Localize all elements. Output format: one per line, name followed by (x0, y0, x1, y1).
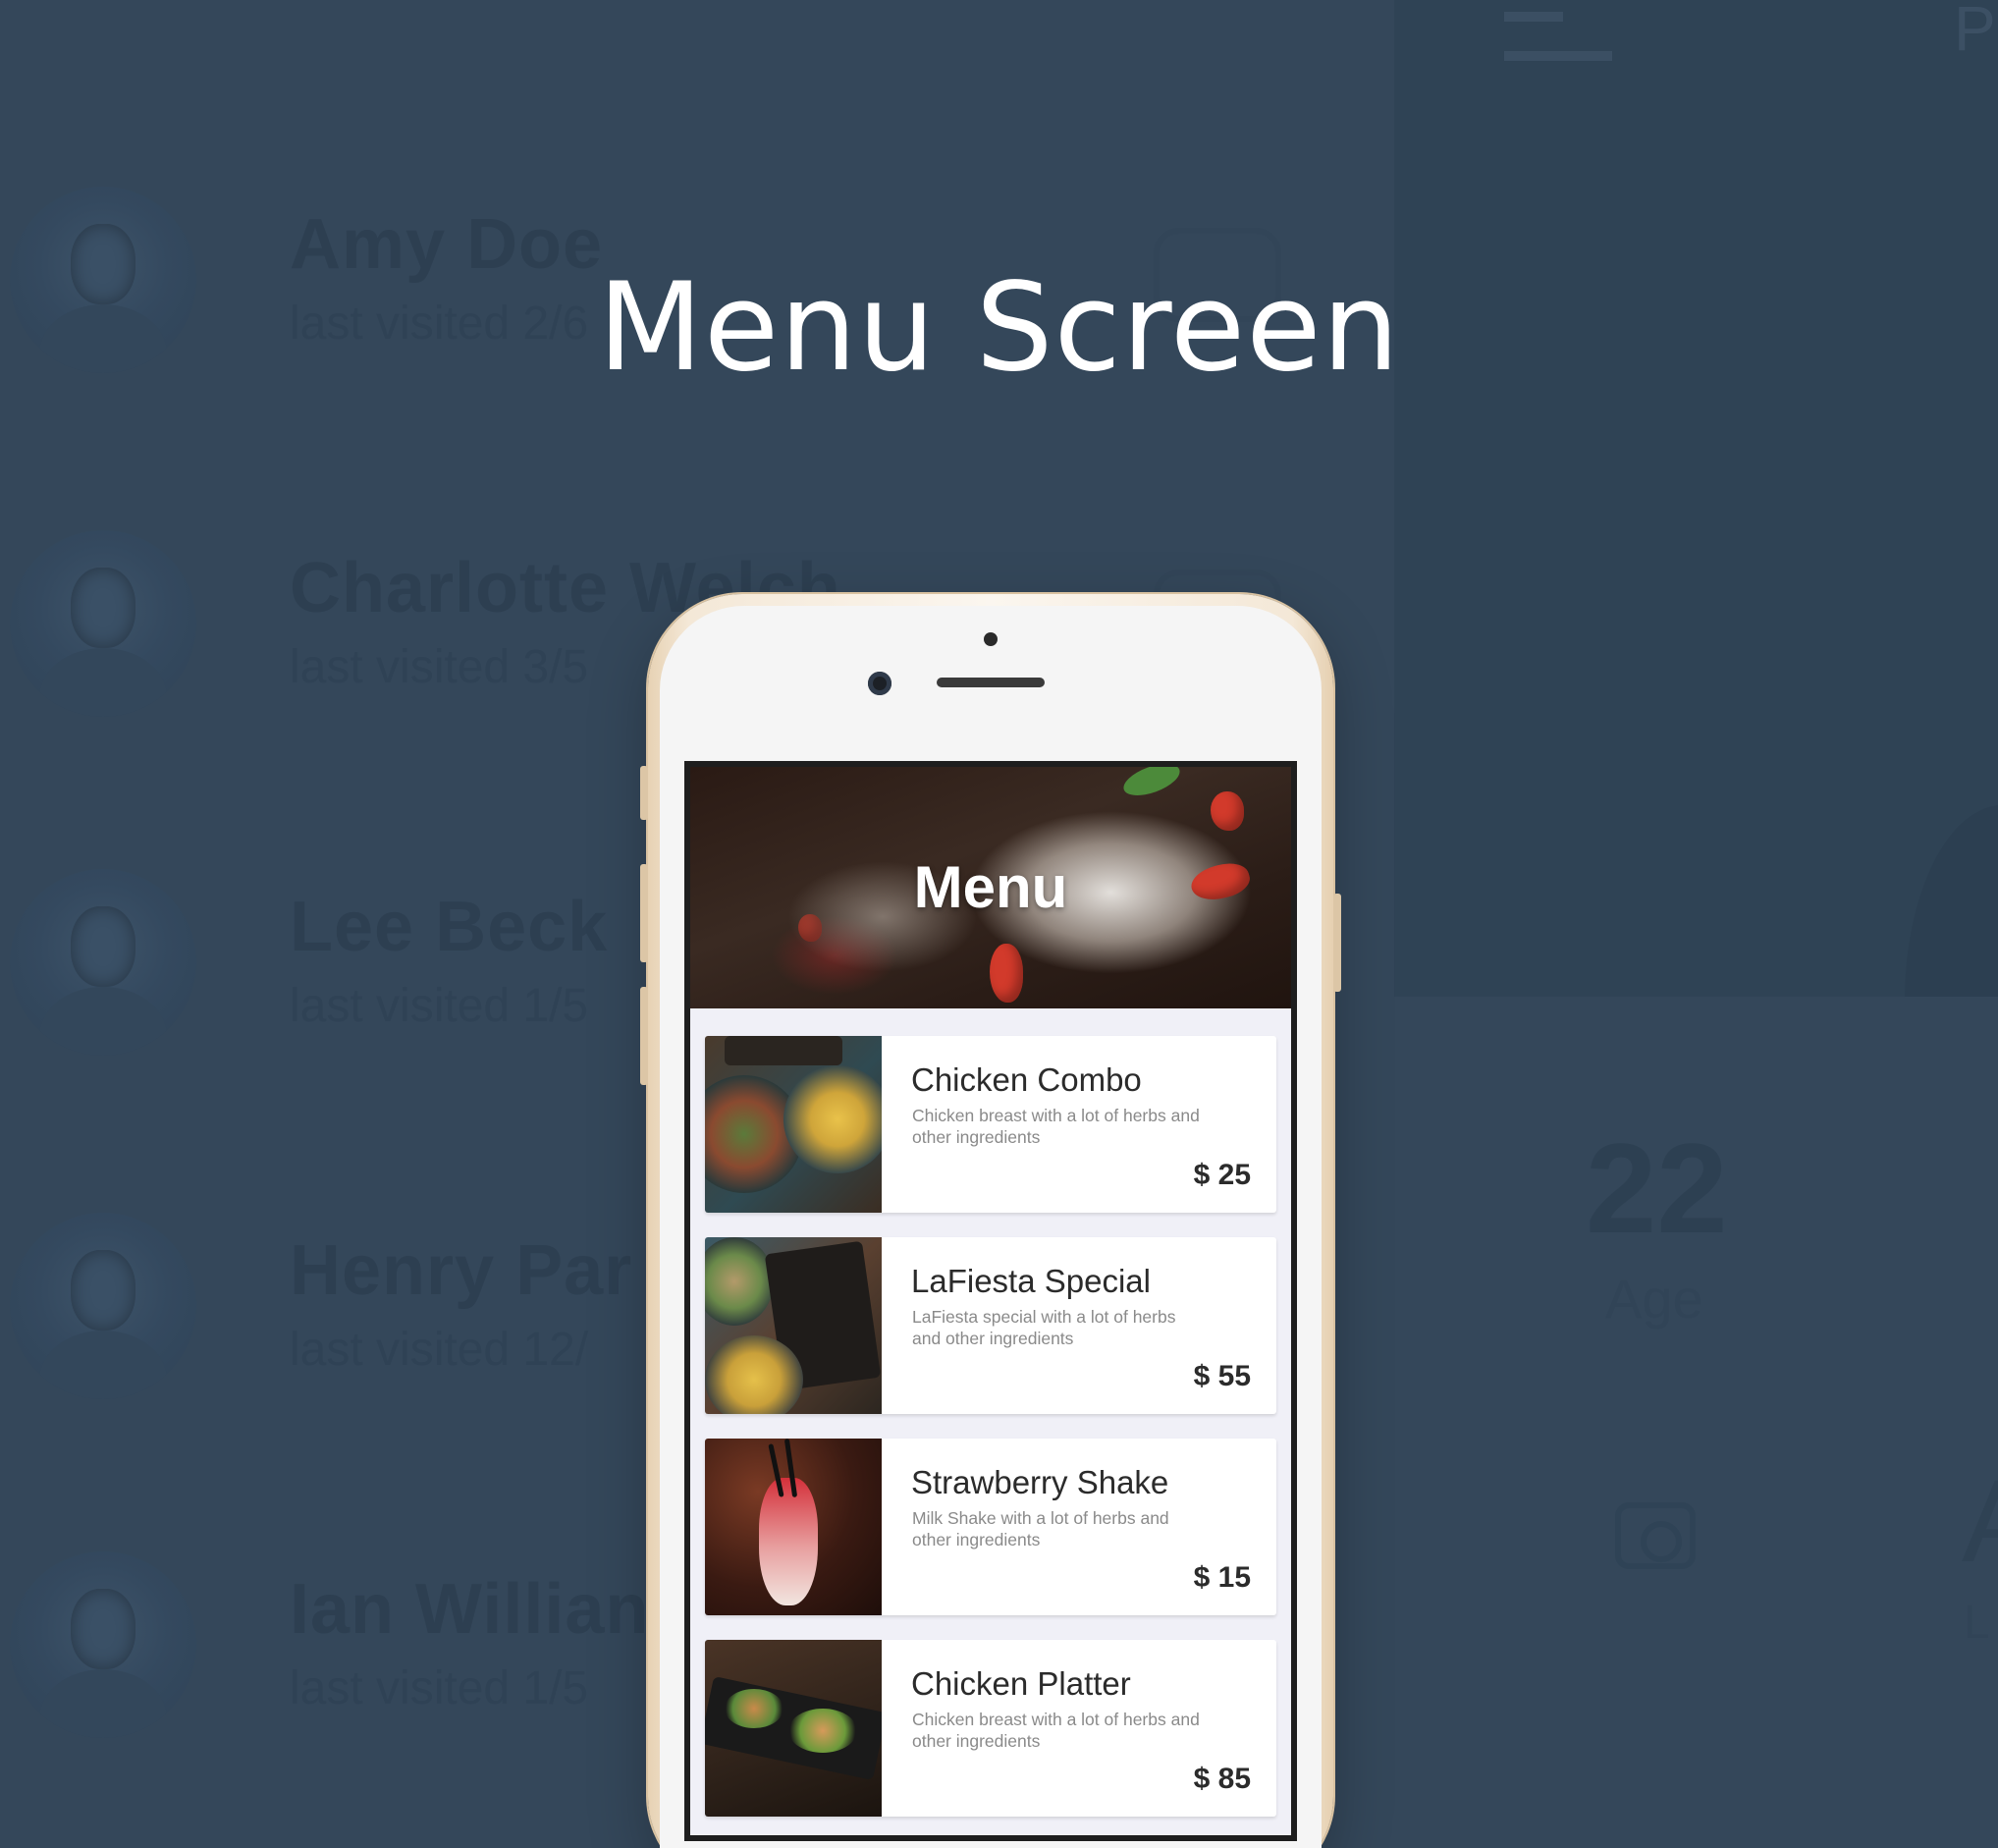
contact-last-visited: last visited 12/ (290, 1324, 589, 1376)
menu-item-description: Chicken breast with a lot of herbs and o… (912, 1106, 1200, 1147)
menu-item-card[interactable]: Strawberry Shake Milk Shake with a lot o… (705, 1439, 1276, 1615)
contact-avatar (10, 530, 196, 717)
menu-header-banner: Menu (690, 767, 1291, 1008)
menu-item-photo (705, 1640, 882, 1817)
menu-item-price: $ 55 (1193, 1360, 1251, 1392)
menu-item-card[interactable]: Chicken Platter Chicken breast with a lo… (705, 1640, 1276, 1817)
profile-circle (1905, 805, 1998, 997)
panel-corner-letter: P (1954, 0, 1996, 64)
volume-up-button (640, 864, 648, 962)
camera-icon (1615, 1502, 1696, 1569)
menu-item-card[interactable]: LaFiesta Special LaFiesta special with a… (705, 1237, 1276, 1414)
contact-name: Ian Willian (290, 1570, 650, 1649)
contact-avatar (10, 869, 196, 1056)
front-camera (868, 672, 891, 695)
mute-switch (640, 766, 648, 820)
menu-item-card[interactable]: Chicken Combo Chicken breast with a lot … (705, 1036, 1276, 1213)
age-label: Age (1605, 1268, 1703, 1330)
menu-item-name: LaFiesta Special (911, 1263, 1151, 1299)
menu-item-price: $ 85 (1193, 1763, 1251, 1795)
contact-avatar (10, 1213, 196, 1399)
earpiece-speaker (937, 678, 1045, 687)
menu-item-description: Milk Shake with a lot of herbs and other… (912, 1508, 1169, 1549)
contact-last-visited: last visited 1/5 (290, 1662, 589, 1714)
contact-name: Henry Par (290, 1231, 633, 1310)
power-button (1333, 894, 1341, 992)
contact-last-visited: last visited 3/5 (290, 641, 589, 693)
menu-title: Menu (913, 854, 1068, 920)
app-screen: Menu Chicken Combo Chicken breast with a… (690, 767, 1291, 1835)
contact-last-visited: last visited 1/5 (290, 980, 589, 1032)
background-profile-panel: P (1394, 0, 1998, 997)
showcase-stage: Amy Doe last visited 2/6 Charlotte Welch… (0, 0, 1998, 1848)
side-small-letter: L (1964, 1597, 1990, 1649)
menu-list: Chicken Combo Chicken breast with a lot … (705, 1036, 1276, 1835)
menu-item-description: LaFiesta special with a lot of herbs and… (912, 1307, 1176, 1348)
phone-screen: Menu Chicken Combo Chicken breast with a… (684, 761, 1297, 1841)
menu-item-photo (705, 1237, 882, 1414)
menu-item-name: Chicken Combo (911, 1061, 1142, 1098)
menu-item-photo (705, 1036, 882, 1213)
menu-item-price: $ 25 (1193, 1159, 1251, 1191)
menu-item-name: Chicken Platter (911, 1665, 1131, 1702)
proximity-sensor (984, 632, 998, 646)
menu-icon (1504, 12, 1612, 63)
volume-down-button (640, 987, 648, 1085)
menu-item-description: Chicken breast with a lot of herbs and o… (912, 1710, 1200, 1751)
menu-item-photo (705, 1439, 882, 1615)
contact-name: Lee Beck (290, 888, 609, 966)
page-title: Menu Screen (597, 257, 1401, 399)
menu-item-price: $ 15 (1193, 1561, 1251, 1594)
contact-avatar (10, 1551, 196, 1738)
side-letter: A (1962, 1453, 1998, 1589)
menu-item-name: Strawberry Shake (911, 1464, 1169, 1500)
age-value: 22 (1586, 1116, 1728, 1260)
